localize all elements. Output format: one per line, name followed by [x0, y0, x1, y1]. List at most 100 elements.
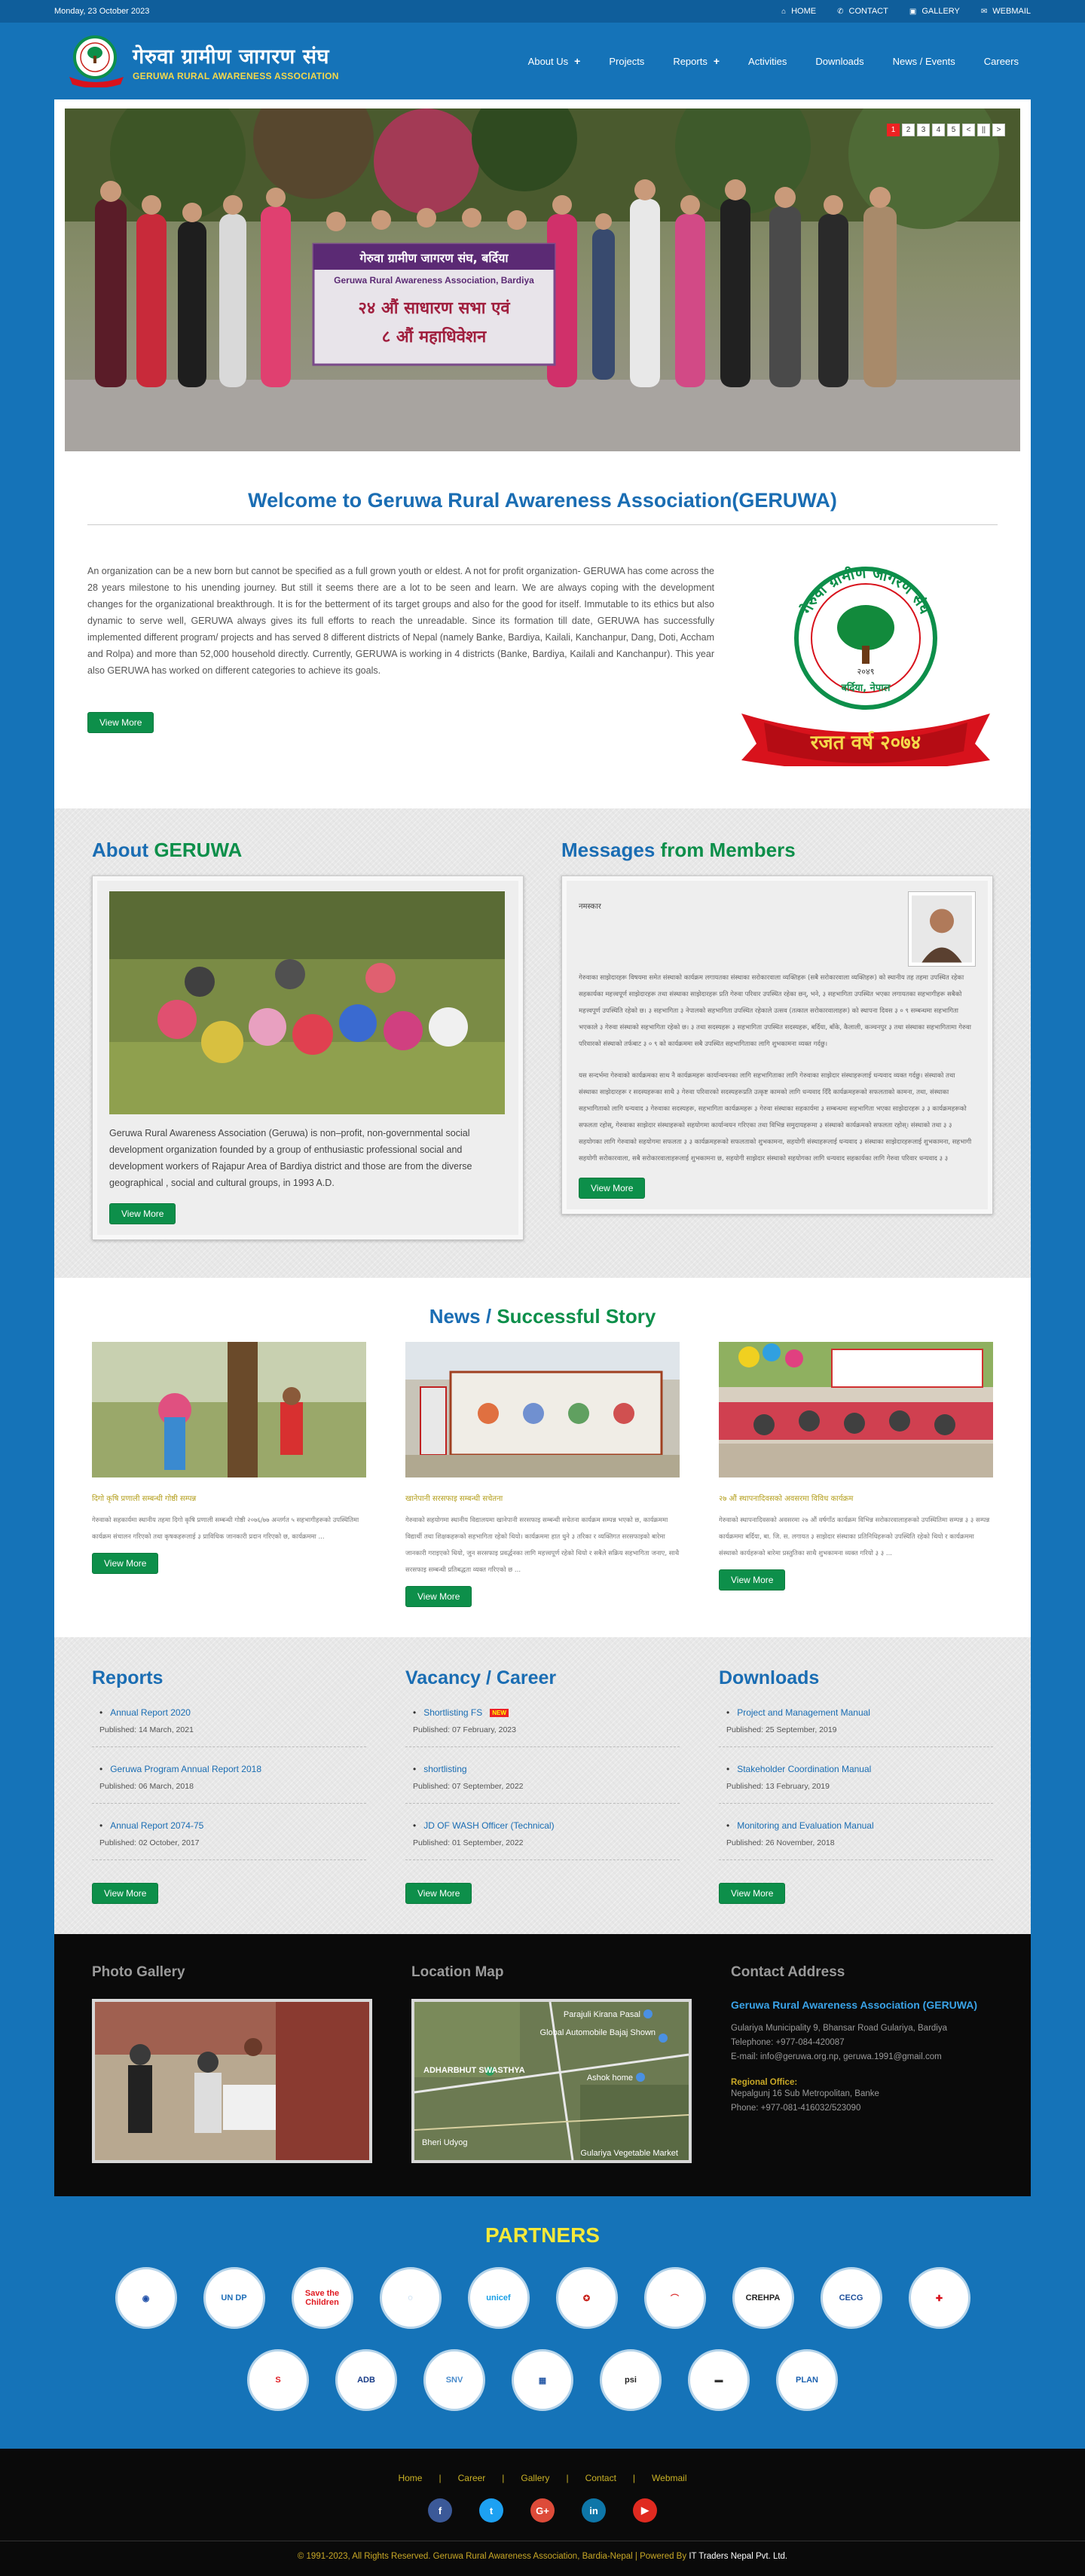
partner-logo-11[interactable]: S: [247, 2349, 309, 2411]
snv-logo[interactable]: SNV: [423, 2349, 485, 2411]
slider-page-4[interactable]: 4: [932, 124, 945, 136]
news-title-3[interactable]: २७ औं स्थापनादिवसको अवसरमा विविध कार्यक्…: [719, 1493, 993, 1503]
slider-next-icon[interactable]: >: [992, 124, 1005, 136]
about-view-more-button[interactable]: View More: [109, 1203, 176, 1224]
news-photo-1[interactable]: [92, 1342, 366, 1477]
messages-title-b: from Members: [660, 839, 796, 861]
news-photo-2[interactable]: [405, 1342, 680, 1477]
unicef-logo[interactable]: unicef: [467, 2267, 530, 2329]
news-view-more-button[interactable]: View More: [405, 1586, 472, 1607]
contact-address: Gulariya Municipality 9, Bhansar Road Gu…: [731, 2024, 947, 2033]
nav-news-events[interactable]: News / Events: [893, 56, 955, 67]
report-link[interactable]: Geruwa Program Annual Report 2018: [99, 1764, 366, 1774]
list-item: shortlisting Published: 07 September, 202…: [405, 1759, 680, 1804]
news-view-more-button[interactable]: View More: [92, 1553, 159, 1574]
nav-activities[interactable]: Activities: [748, 56, 787, 67]
link-separator: |: [632, 2473, 636, 2483]
top-links: ⌂ HOME ✆ CONTACT ▣ GALLERY ✉ WEBMAIL: [781, 7, 1031, 16]
vacancy-link[interactable]: shortlisting: [413, 1764, 680, 1774]
map-label-2: Global Automobile Bajaj Shown: [540, 2028, 656, 2037]
crehpa-logo[interactable]: CREHPA: [732, 2267, 794, 2329]
welcome-view-more-button[interactable]: View More: [87, 712, 154, 733]
nav-reports[interactable]: Reports +: [673, 55, 720, 67]
site-header: गेरुवा ग्रामीण जागरण संघ GERUWA RURAL AW…: [54, 23, 1031, 99]
slider-pause-icon[interactable]: ||: [977, 124, 990, 136]
cecg-logo[interactable]: CECG: [820, 2267, 882, 2329]
location-map[interactable]: Parajuli Kirana Pasal Global Automobile …: [411, 1999, 692, 2163]
gallery-thumbnail[interactable]: [92, 1999, 372, 2163]
contact-title: Contact Address: [731, 1964, 845, 1980]
footer-link-webmail[interactable]: Webmail: [652, 2473, 686, 2483]
youtube-icon[interactable]: ▶: [633, 2498, 657, 2523]
hero-photo: गेरुवा ग्रामीण जागरण संघ, बर्दिया Geruwa…: [65, 108, 1020, 451]
member-portrait: [908, 891, 976, 967]
twitter-icon[interactable]: t: [479, 2498, 503, 2523]
caritas-logo[interactable]: ✚: [908, 2267, 970, 2329]
news-title-2[interactable]: खानेपानी सरसफाइ सम्बन्धी सचेतना: [405, 1493, 680, 1503]
copyright-text: © 1991-2023, All Rights Reserved. Geruwa…: [297, 2552, 687, 2561]
facebook-icon[interactable]: f: [428, 2498, 452, 2523]
partner-logos: ◉ UN DP Save the Children ◌ unicef ✪ ⌒ CREHPA CE…: [99, 2267, 986, 2411]
contact-email[interactable]: E-mail: info@geruwa.org.np, geruwa.1991@…: [731, 2050, 993, 2064]
powered-by-link[interactable]: IT Traders Nepal Pvt. Ltd.: [689, 2552, 787, 2561]
plan-logo[interactable]: PLAN: [776, 2349, 838, 2411]
slider-page-2[interactable]: 2: [902, 124, 915, 136]
nav-label: News / Events: [892, 55, 955, 67]
vacancy-view-more-button[interactable]: View More: [405, 1883, 472, 1904]
vacancy-date: Published: 07 February, 2023: [413, 1725, 516, 1734]
nav-label: Activities: [748, 55, 787, 67]
slider-page-3[interactable]: 3: [917, 124, 930, 136]
nav-downloads[interactable]: Downloads: [815, 56, 863, 67]
adb-logo[interactable]: ADB: [335, 2349, 397, 2411]
psi-logo[interactable]: psi: [600, 2349, 662, 2411]
nav-about-us[interactable]: About Us +: [528, 55, 581, 67]
footer-link-gallery[interactable]: Gallery: [521, 2473, 549, 2483]
footer-link-home[interactable]: Home: [398, 2473, 422, 2483]
footer-link-career[interactable]: Career: [458, 2473, 486, 2483]
report-link[interactable]: Annual Report 2020: [99, 1707, 366, 1718]
undp-logo[interactable]: UN DP: [203, 2267, 265, 2329]
partner-logo-4[interactable]: ◌: [379, 2267, 442, 2329]
slider-page-1[interactable]: 1: [887, 124, 900, 136]
slider-prev-icon[interactable]: <: [962, 124, 975, 136]
vacancy-link[interactable]: Shortlisting FS NEW: [413, 1707, 680, 1718]
footer-link-contact[interactable]: Contact: [585, 2473, 616, 2483]
reports-view-more-button[interactable]: View More: [92, 1883, 159, 1904]
list-item: Annual Report 2074-75 Published: 02 Octob…: [92, 1816, 366, 1860]
top-link-gallery[interactable]: ▣ GALLERY: [909, 7, 960, 16]
report-link[interactable]: Annual Report 2074-75: [99, 1820, 366, 1831]
vacancy-link[interactable]: JD OF WASH Officer (Technical): [413, 1820, 680, 1831]
regional-phone: Phone: +977-081-416032/523090: [731, 2104, 861, 2113]
google-plus-icon[interactable]: G+: [530, 2498, 555, 2523]
partner-logo-7[interactable]: ⌒: [643, 2267, 706, 2329]
messages-view-more-button[interactable]: View More: [579, 1178, 646, 1199]
linkedin-icon[interactable]: in: [582, 2498, 606, 2523]
list-item: Annual Report 2020 Published: 14 March, 2…: [92, 1703, 366, 1747]
news-view-more-button[interactable]: View More: [719, 1569, 786, 1591]
nav-careers[interactable]: Careers: [984, 56, 1019, 67]
top-link-home[interactable]: ⌂ HOME: [781, 7, 816, 16]
top-link-webmail[interactable]: ✉ WEBMAIL: [981, 7, 1031, 16]
download-link[interactable]: Monitoring and Evaluation Manual: [726, 1820, 993, 1831]
nav-projects[interactable]: Projects: [609, 56, 644, 67]
about-column: About GERUWA Geruwa Rural Awareness Asso…: [92, 839, 524, 1240]
hero-slider[interactable]: गेरुवा ग्रामीण जागरण संघ, बर्दिया Geruwa…: [65, 108, 1020, 451]
download-link[interactable]: Project and Management Manual: [726, 1707, 993, 1718]
news-title-1[interactable]: दिगो कृषि प्रणाली सम्बन्धी गोष्ठी सम्पन्…: [92, 1493, 366, 1503]
list-item: Project and Management Manual Published: …: [719, 1703, 993, 1747]
partner-logo-14[interactable]: ▦: [512, 2349, 573, 2411]
downloads-view-more-button[interactable]: View More: [719, 1883, 786, 1904]
download-link[interactable]: Stakeholder Coordination Manual: [726, 1764, 993, 1774]
site-logo[interactable]: गेरुवा ग्रामीण जागरण संघ GERUWA RURAL AW…: [66, 35, 339, 87]
slider-page-5[interactable]: 5: [947, 124, 960, 136]
save-the-children-logo[interactable]: Save the Children: [291, 2267, 353, 2329]
vacancy-title: Vacancy / Career: [405, 1667, 557, 1688]
top-link-contact[interactable]: ✆ CONTACT: [837, 7, 888, 16]
top-link-label: HOME: [791, 7, 817, 16]
nepal-government-logo[interactable]: ✪: [555, 2267, 618, 2329]
vacancy-column: Vacancy / Career Shortlisting FS NEW Publi…: [405, 1667, 680, 1904]
partner-logo-16[interactable]: ▬: [688, 2349, 750, 2411]
emblem-bottom-text: बर्दिया, नेपाल: [841, 682, 891, 694]
seal-logo[interactable]: ◉: [115, 2267, 177, 2329]
news-photo-3[interactable]: [719, 1342, 993, 1477]
